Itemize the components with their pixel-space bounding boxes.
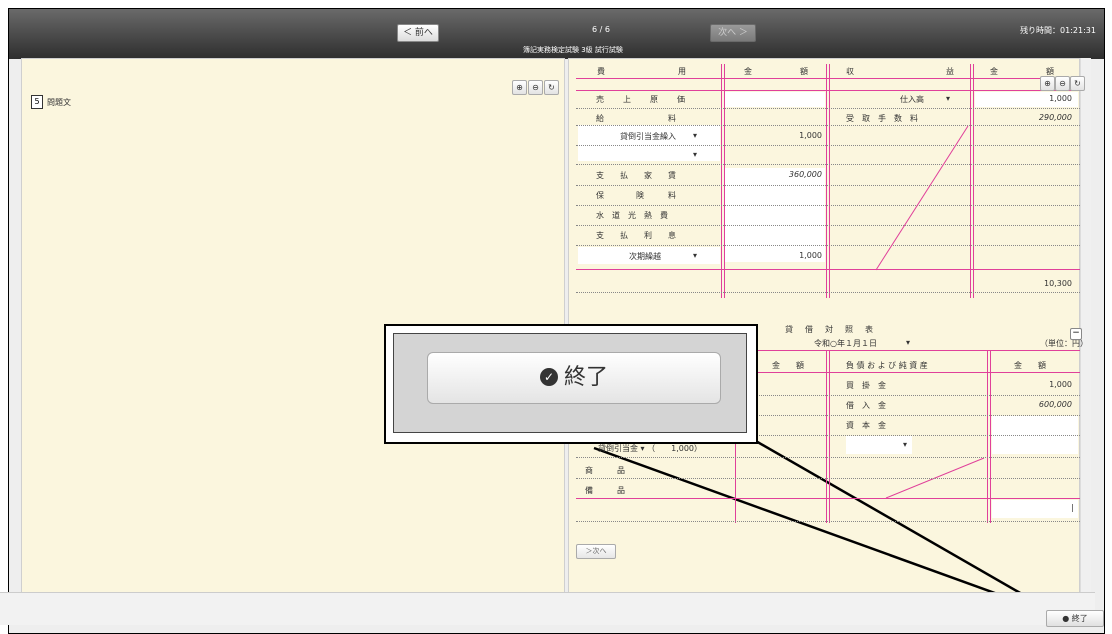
total-line: [576, 498, 1080, 499]
bs-row-label[interactable]: 貸倒引当金 ▾ （ 1,000）: [598, 443, 702, 454]
check-circle-icon: ●: [1062, 614, 1070, 623]
bs-row-amount: 600,000: [1038, 400, 1072, 409]
zoom-callout: ✓ 終了: [384, 324, 758, 444]
cancel-diagonal-lines: [593, 125, 1056, 615]
bs-header-liabilities: 負 債 お よ び 純 資 産: [846, 361, 928, 370]
bs-row-label: 買 掛 金: [846, 381, 886, 390]
end-button-label: 終了: [563, 365, 608, 390]
row-line: [576, 457, 1080, 458]
collapse-icon[interactable]: −: [1070, 328, 1082, 340]
bs-header-amount-2: 金 額: [1014, 361, 1046, 370]
end-button-label: 終了: [1071, 614, 1088, 623]
row-line: [576, 521, 1080, 522]
refresh-icon[interactable]: ↻: [1070, 76, 1085, 91]
bs-date[interactable]: 令和○年１月１日: [814, 338, 877, 349]
chevron-down-icon[interactable]: ▾: [906, 338, 910, 347]
bs-row-label: 商 品: [585, 466, 625, 475]
bottom-bar: [0, 592, 1095, 625]
end-button-zoomed[interactable]: ✓ 終了: [427, 352, 721, 404]
row-line: [576, 478, 1080, 479]
amount-input[interactable]: [992, 500, 1078, 518]
zoom-in-icon[interactable]: ⊕: [1040, 76, 1055, 91]
text-cursor: |: [1071, 503, 1074, 512]
zoom-callout-inner: ✓ 終了: [393, 333, 747, 433]
end-button[interactable]: ● 終了: [1046, 610, 1104, 627]
bs-header-amount: 金 額: [772, 361, 804, 370]
check-circle-icon: ✓: [539, 368, 558, 386]
chevron-down-icon[interactable]: ▾: [903, 440, 907, 449]
bs-row-label: 借 入 金: [846, 401, 886, 410]
next-button[interactable]: ＞次へ: [576, 544, 616, 559]
bs-row-label: 資 本 金: [846, 421, 886, 430]
bs-title: 貸 借 対 照 表: [785, 325, 875, 334]
zoom-out-icon[interactable]: ⊖: [1055, 76, 1070, 91]
bs-row-label: 備 品: [585, 486, 625, 495]
bs-row-amount: 1,000: [1049, 380, 1072, 389]
